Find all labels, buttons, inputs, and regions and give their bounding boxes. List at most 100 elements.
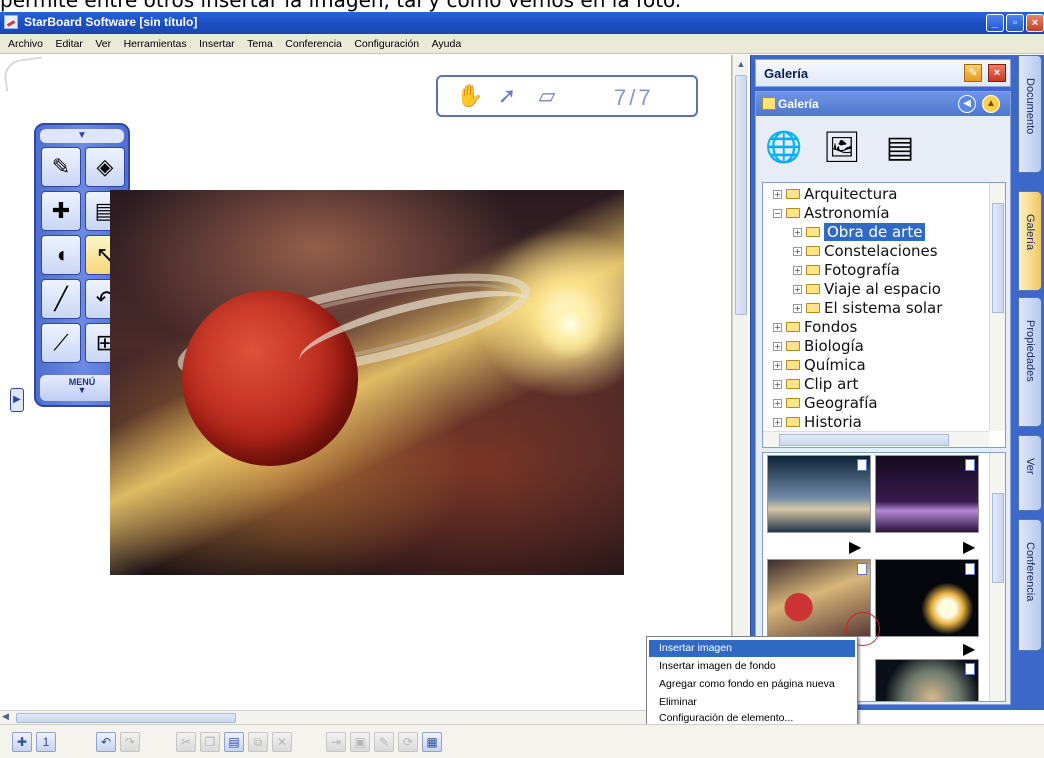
grid-icon[interactable]: ▦ bbox=[422, 732, 442, 752]
tab-documento[interactable]: Documento bbox=[1018, 55, 1042, 173]
menu-ayuda[interactable]: Ayuda bbox=[432, 34, 462, 50]
arrange-icon[interactable]: ⇥ bbox=[326, 732, 346, 752]
cut-icon[interactable]: ✂ bbox=[176, 732, 196, 752]
menu-herramientas[interactable]: Herramientas bbox=[124, 34, 187, 50]
expand-icon[interactable]: + bbox=[773, 399, 782, 408]
stack-category-icon[interactable]: ▤ bbox=[880, 128, 920, 168]
tree-item[interactable]: + Viaje al espacio bbox=[793, 280, 941, 299]
tab-propiedades[interactable]: Propiedades bbox=[1018, 297, 1042, 427]
expand-icon[interactable]: + bbox=[773, 342, 782, 351]
copy-icon[interactable]: ❐ bbox=[200, 732, 220, 752]
thumbnail-item[interactable] bbox=[875, 659, 979, 701]
thumbnails-vertical-scrollbar[interactable] bbox=[989, 453, 1005, 701]
pictures-category-icon[interactable]: 🖼 bbox=[822, 128, 862, 168]
paste-icon[interactable]: ▤ bbox=[224, 732, 244, 752]
canvas-horizontal-scrollbar[interactable]: ◀ bbox=[0, 710, 732, 724]
new-page-icon[interactable]: ✚ bbox=[12, 732, 32, 752]
expand-icon[interactable]: + bbox=[773, 361, 782, 370]
tree-item[interactable]: + Fotografía bbox=[793, 261, 900, 280]
space-planet-image[interactable] bbox=[110, 190, 624, 575]
menu-item-insertar-imagen-fondo[interactable]: Insertar imagen de fondo bbox=[649, 658, 855, 675]
tree-item[interactable]: + El sistema solar bbox=[793, 299, 942, 318]
tree-item[interactable]: + Química bbox=[773, 356, 866, 375]
tab-galeria[interactable]: Galería bbox=[1018, 191, 1042, 291]
undo-icon[interactable]: ↶ bbox=[96, 732, 116, 752]
menu-editar[interactable]: Editar bbox=[55, 34, 82, 50]
menu-ver[interactable]: Ver bbox=[95, 34, 111, 50]
shapes-tool-icon[interactable]: ✚ bbox=[41, 191, 81, 231]
expand-icon[interactable]: + bbox=[793, 247, 802, 256]
mouse-tool-icon[interactable]: ◖ bbox=[41, 235, 81, 275]
tree-item[interactable]: + Clip art bbox=[773, 375, 858, 394]
thumbnail-menu-arrow-icon[interactable]: ▶ bbox=[849, 537, 861, 556]
nav-back-icon[interactable]: ◀ bbox=[958, 95, 976, 113]
tree-horizontal-scrollbar[interactable] bbox=[763, 431, 989, 447]
tree-vscroll-thumb[interactable] bbox=[992, 203, 1004, 313]
thumbnail-item[interactable] bbox=[875, 559, 979, 637]
minimize-button[interactable]: _ bbox=[986, 14, 1004, 32]
menu-archivo[interactable]: Archivo bbox=[8, 34, 43, 50]
thumbnail-menu-arrow-icon[interactable]: ▶ bbox=[963, 639, 975, 658]
group-icon[interactable]: ▣ bbox=[350, 732, 370, 752]
expand-icon[interactable]: + bbox=[773, 323, 782, 332]
nav-up-icon[interactable]: ▲ bbox=[982, 95, 1000, 113]
menu-item-eliminar[interactable]: Eliminar bbox=[649, 694, 855, 711]
canvas-hscroll-thumb[interactable] bbox=[16, 713, 236, 723]
page-curl[interactable] bbox=[2, 56, 46, 92]
tree-item[interactable]: + Constelaciones bbox=[793, 242, 938, 261]
menu-configuracion[interactable]: Configuración bbox=[354, 34, 419, 50]
tree-vertical-scrollbar[interactable] bbox=[989, 183, 1005, 431]
expand-icon[interactable]: + bbox=[773, 380, 782, 389]
menu-conferencia[interactable]: Conferencia bbox=[285, 34, 342, 50]
globe-category-icon[interactable]: 🌐 bbox=[764, 128, 804, 168]
canvas-vscroll-thumb[interactable] bbox=[735, 75, 747, 315]
tree-item[interactable]: + Biología bbox=[773, 337, 864, 356]
whiteboard-canvas[interactable]: ✋ ➚ ▱ 7/7 ▼ ✎ ◈ ✚ ▤ ◖ ↖ ╱ ↶ ⟋ ⊞ MENÚ ▼ ▶ bbox=[0, 55, 732, 710]
page-number-icon[interactable]: 1 bbox=[36, 732, 56, 752]
tree-item[interactable]: + Geografía bbox=[773, 394, 878, 413]
dock-close-icon[interactable]: × bbox=[988, 64, 1006, 82]
menu-item-agregar-fondo-pagina-nueva[interactable]: Agregar como fondo en página nueva bbox=[649, 676, 855, 693]
menu-insertar[interactable]: Insertar bbox=[199, 34, 235, 50]
tree-item-selected[interactable]: + Obra de arte bbox=[793, 223, 926, 242]
thumbnails-vscroll-thumb[interactable] bbox=[992, 493, 1004, 583]
hand-icon[interactable]: ✋ bbox=[456, 83, 483, 109]
menu-tema[interactable]: Tema bbox=[247, 34, 273, 50]
thumbnail-menu-arrow-icon[interactable]: ▶ bbox=[963, 537, 975, 556]
close-button[interactable]: × bbox=[1026, 14, 1044, 32]
thumbnail-item[interactable] bbox=[767, 455, 871, 533]
page-icon[interactable]: ▱ bbox=[534, 83, 560, 109]
pen-tool-icon[interactable]: ✎ bbox=[41, 147, 81, 187]
line-tool-icon[interactable]: ╱ bbox=[41, 279, 81, 319]
expand-side-handle[interactable]: ▶ bbox=[10, 388, 24, 412]
tree-item[interactable]: + Historia bbox=[773, 413, 862, 432]
expand-icon[interactable]: + bbox=[793, 304, 802, 313]
expand-icon[interactable]: + bbox=[773, 418, 782, 427]
collapse-icon[interactable]: − bbox=[773, 209, 782, 218]
tree-item[interactable]: + Fondos bbox=[773, 318, 857, 337]
expand-icon[interactable]: + bbox=[773, 190, 782, 199]
redo-icon[interactable]: ↷ bbox=[120, 732, 140, 752]
delete-icon[interactable]: ✕ bbox=[272, 732, 292, 752]
tree-item[interactable]: − Astronomía bbox=[773, 204, 890, 223]
tab-conferencia[interactable]: Conferencia bbox=[1018, 519, 1042, 651]
scroll-left-icon[interactable]: ◀ bbox=[2, 711, 9, 722]
highlighter-tool-icon[interactable]: ⟋ bbox=[41, 323, 81, 363]
expand-icon[interactable]: + bbox=[793, 228, 802, 237]
toolbox-collapse[interactable]: ▼ bbox=[40, 129, 124, 143]
tree-hscroll-thumb[interactable] bbox=[779, 434, 949, 446]
fill-tool-icon[interactable]: ◈ bbox=[85, 147, 125, 187]
maximize-button[interactable]: ▫ bbox=[1006, 14, 1024, 32]
pointer-icon[interactable]: ➚ bbox=[494, 83, 520, 109]
tab-ver[interactable]: Ver bbox=[1018, 435, 1042, 511]
duplicate-icon[interactable]: ⧉ bbox=[248, 732, 268, 752]
edit-icon[interactable]: ✎ bbox=[374, 732, 394, 752]
rotate-icon[interactable]: ⟳ bbox=[398, 732, 418, 752]
menu-item-insertar-imagen[interactable]: Insertar imagen bbox=[649, 640, 855, 657]
thumbnail-item[interactable] bbox=[875, 455, 979, 533]
canvas-vertical-scrollbar[interactable]: ▲ bbox=[732, 55, 748, 710]
expand-icon[interactable]: + bbox=[793, 285, 802, 294]
tree-item[interactable]: + Arquitectura bbox=[773, 185, 897, 204]
pin-icon[interactable]: ✎ bbox=[964, 64, 982, 82]
scroll-up-icon[interactable]: ▲ bbox=[735, 57, 747, 71]
